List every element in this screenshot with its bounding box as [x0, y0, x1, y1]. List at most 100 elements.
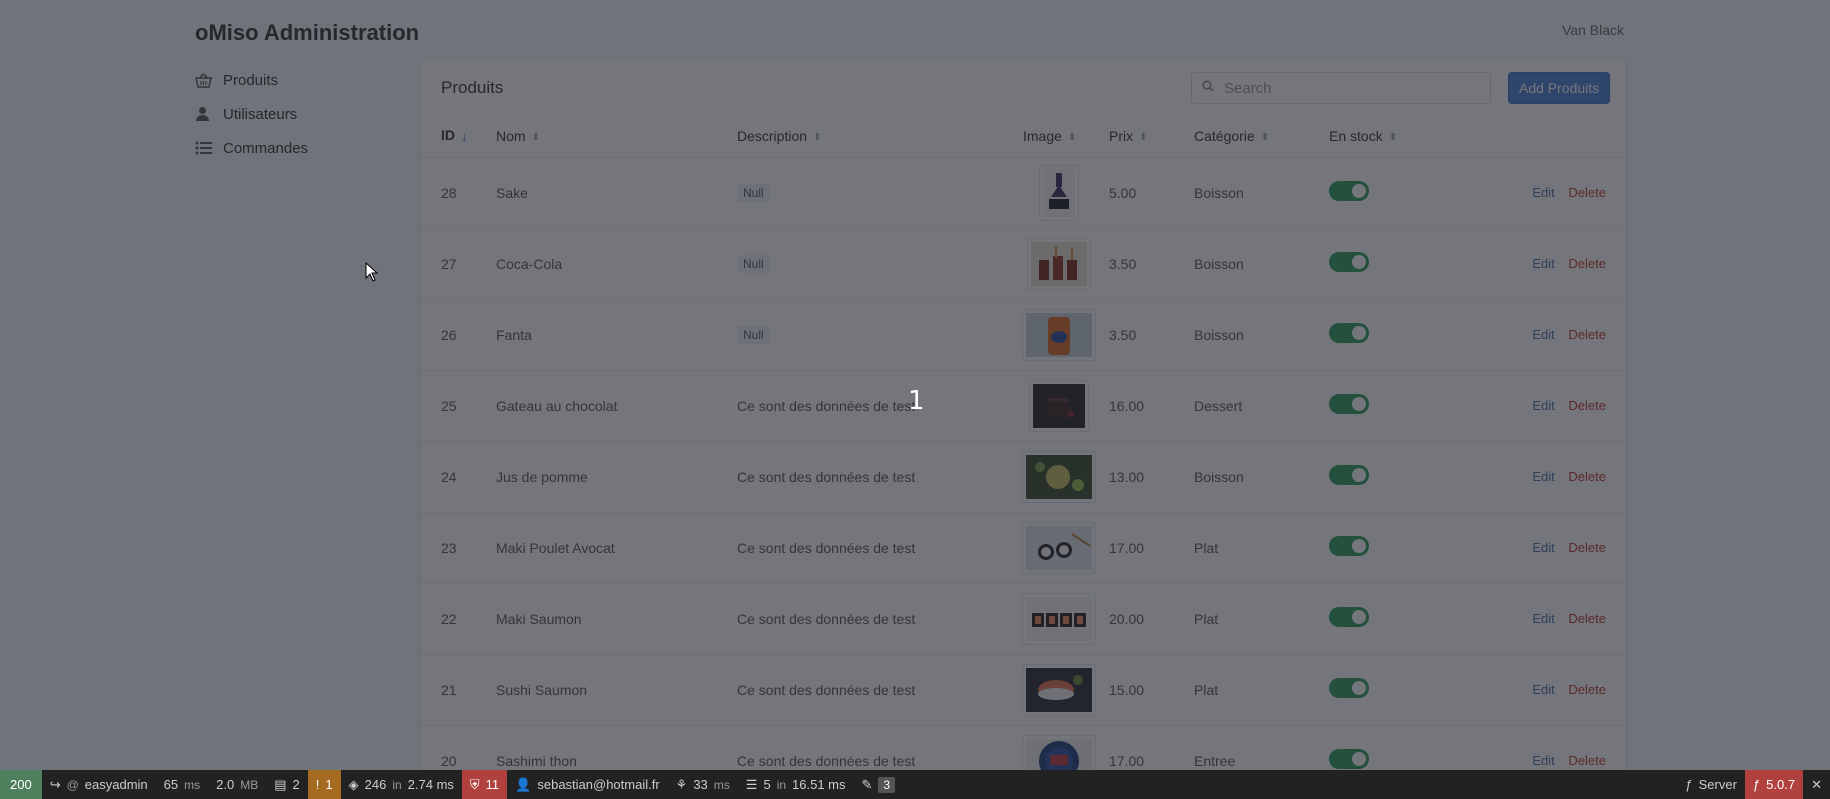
column-header-id[interactable]: ID ↓ [421, 115, 496, 158]
column-header-nom[interactable]: Nom ⬍ [496, 115, 737, 158]
warning-icon: ! [315, 777, 320, 792]
in-stock-toggle[interactable] [1329, 252, 1369, 272]
product-thumbnail[interactable] [1022, 663, 1096, 716]
delete-link[interactable]: Delete [1568, 469, 1606, 484]
cell-actions: Edit Delete [1479, 654, 1626, 726]
user-menu[interactable]: Van Black [1562, 22, 1624, 38]
in-stock-toggle[interactable] [1329, 323, 1369, 343]
toolbar-server[interactable]: ƒ Server [1677, 770, 1745, 799]
status-code[interactable]: 200 [0, 770, 42, 799]
delete-link[interactable]: Delete [1568, 327, 1606, 342]
column-header-image[interactable]: Image ⬍ [1009, 115, 1109, 158]
cell-id: 27 [421, 228, 496, 300]
cell-image [1009, 583, 1109, 655]
edit-link[interactable]: Edit [1532, 540, 1554, 555]
cell-description: Ce sont des données de test [737, 397, 916, 414]
in-stock-toggle[interactable] [1329, 465, 1369, 485]
delete-link[interactable]: Delete [1568, 682, 1606, 697]
search-box[interactable] [1191, 72, 1491, 104]
cell-categorie: Boisson [1194, 299, 1329, 371]
sidebar-item-produits[interactable]: Produits [195, 63, 395, 97]
delete-link[interactable]: Delete [1568, 256, 1606, 271]
cell-prix: 16.00 [1109, 370, 1194, 442]
route-prefix: @ [66, 777, 79, 792]
product-thumbnail[interactable] [1029, 379, 1089, 432]
table-row: 22 Maki Saumon Ce sont des données de te… [421, 583, 1626, 655]
in-stock-toggle[interactable] [1329, 394, 1369, 414]
edit-link[interactable]: Edit [1532, 185, 1554, 200]
panel-header: Produits Add Produits [421, 60, 1626, 115]
toolbar-logs[interactable]: ! 1 [307, 770, 341, 799]
toolbar-cache[interactable]: ◈ 246 in 2.74 ms [341, 770, 462, 799]
toolbar-translations[interactable]: ✎ 3 [854, 770, 904, 799]
product-thumbnail[interactable] [1022, 308, 1096, 361]
sidebar-item-commandes[interactable]: Commandes [195, 131, 395, 165]
product-thumbnail[interactable] [1022, 592, 1096, 645]
cell-nom: Fanta [496, 299, 737, 371]
edit-link[interactable]: Edit [1532, 469, 1554, 484]
product-thumbnail[interactable] [1022, 521, 1096, 574]
sidebar-item-label: Produits [223, 71, 279, 89]
cell-prix: 13.00 [1109, 441, 1194, 513]
cell-prix: 17.00 [1109, 512, 1194, 584]
cell-en-stock [1329, 441, 1479, 513]
database-icon: ☰ [745, 776, 758, 792]
delete-link[interactable]: Delete [1568, 398, 1606, 413]
in-stock-toggle[interactable] [1329, 607, 1369, 627]
cell-description: Ce sont des données de test [737, 539, 916, 556]
brand-title[interactable]: oMiso Administration [195, 20, 419, 46]
in-stock-toggle[interactable] [1329, 536, 1369, 556]
in-stock-toggle[interactable] [1329, 678, 1369, 698]
column-header-prix[interactable]: Prix ⬍ [1109, 115, 1194, 158]
sort-icon: ⬍ [1067, 131, 1077, 143]
delete-link[interactable]: Delete [1568, 540, 1606, 555]
edit-link[interactable]: Edit [1532, 611, 1554, 626]
cell-actions: Edit Delete [1479, 370, 1626, 442]
toolbar-close-button[interactable]: ✕ [1803, 770, 1830, 799]
column-header-description[interactable]: Description ⬍ [737, 115, 1009, 158]
search-input[interactable] [1224, 79, 1474, 97]
toolbar-security[interactable]: ⛨ 11 [461, 770, 508, 799]
toolbar-route[interactable]: ↪ @ easyadmin [42, 770, 156, 799]
sidebar-item-utilisateurs[interactable]: Utilisateurs [195, 97, 395, 131]
toolbar-forms[interactable]: ▤ 2 [266, 770, 308, 799]
toolbar-time[interactable]: 65 ms [156, 770, 208, 799]
toolbar-memory[interactable]: 2.0 MB [208, 770, 266, 799]
product-thumbnail[interactable] [1027, 237, 1091, 290]
toolbar-db[interactable]: ☰ 5 in 16.51 ms [738, 770, 854, 799]
cell-categorie: Boisson [1194, 441, 1329, 513]
symfony-version: 5.0.7 [1766, 777, 1796, 792]
column-header-categorie[interactable]: Catégorie ⬍ [1194, 115, 1329, 158]
delete-link[interactable]: Delete [1568, 753, 1606, 768]
delete-link[interactable]: Delete [1568, 185, 1606, 200]
logs-count: 1 [325, 777, 333, 792]
cell-categorie: Boisson [1194, 228, 1329, 300]
sort-icon: ⬍ [1139, 131, 1148, 143]
cell-prix: 5.00 [1109, 157, 1194, 229]
edit-link[interactable]: Edit [1532, 753, 1554, 768]
list-icon [195, 141, 223, 155]
products-table: ID ↓ Nom ⬍ Description ⬍ Image ⬍ Prix ⬍ Catég… [421, 115, 1626, 797]
column-header-en-stock[interactable]: En stock ⬍ [1329, 115, 1479, 158]
cell-categorie: Plat [1194, 583, 1329, 655]
cell-image [1009, 512, 1109, 584]
edit-link[interactable]: Edit [1532, 256, 1554, 271]
toolbar-twig[interactable]: ⚘ 33 ms [668, 770, 738, 799]
product-thumbnail[interactable] [1022, 450, 1096, 503]
edit-link[interactable]: Edit [1532, 398, 1554, 413]
product-thumbnail[interactable] [1039, 164, 1079, 221]
cache-in: in [392, 777, 402, 792]
shield-icon: ⛨ [469, 776, 480, 792]
edit-link[interactable]: Edit [1532, 682, 1554, 697]
security-count: 11 [485, 777, 500, 792]
add-produits-button[interactable]: Add Produits [1508, 72, 1611, 104]
toolbar-user[interactable]: 👤 sebastian@hotmail.fr [507, 770, 668, 799]
cell-prix: 20.00 [1109, 583, 1194, 655]
toolbar-version[interactable]: ƒ 5.0.7 [1744, 770, 1804, 799]
in-stock-toggle[interactable] [1329, 181, 1369, 201]
table-header-row: ID ↓ Nom ⬍ Description ⬍ Image ⬍ Prix ⬍ Catég… [421, 115, 1626, 158]
delete-link[interactable]: Delete [1568, 611, 1606, 626]
cell-en-stock [1329, 157, 1479, 229]
in-stock-toggle[interactable] [1329, 749, 1369, 769]
edit-link[interactable]: Edit [1532, 327, 1554, 342]
